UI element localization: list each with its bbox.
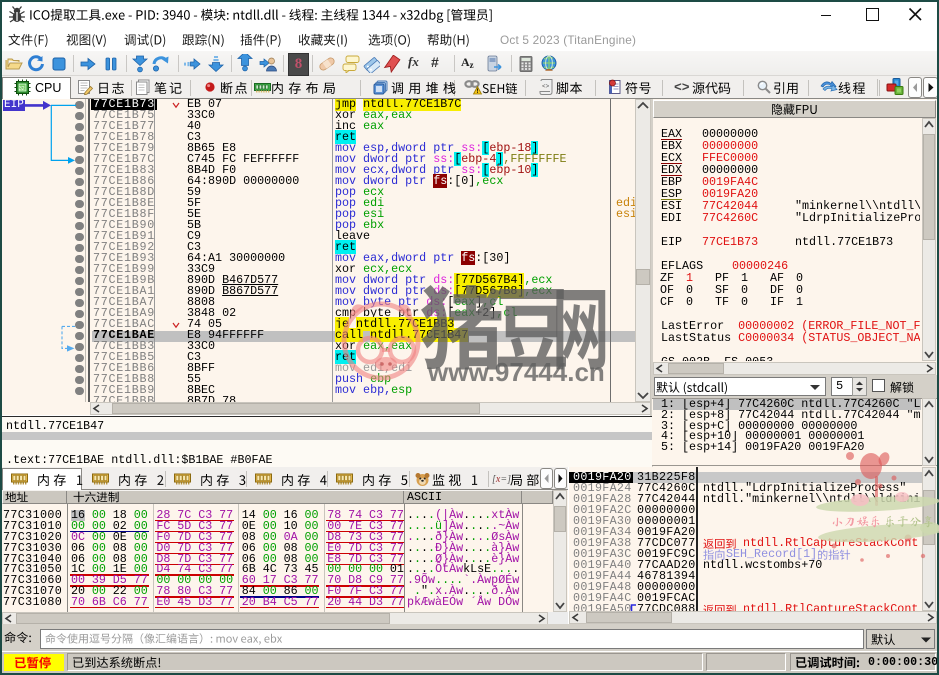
svg-text:!: ! [477, 89, 479, 95]
svg-text:32: 32 [19, 86, 25, 92]
svg-text:<>: <> [542, 83, 550, 90]
svg-text:<>: <> [674, 80, 690, 94]
